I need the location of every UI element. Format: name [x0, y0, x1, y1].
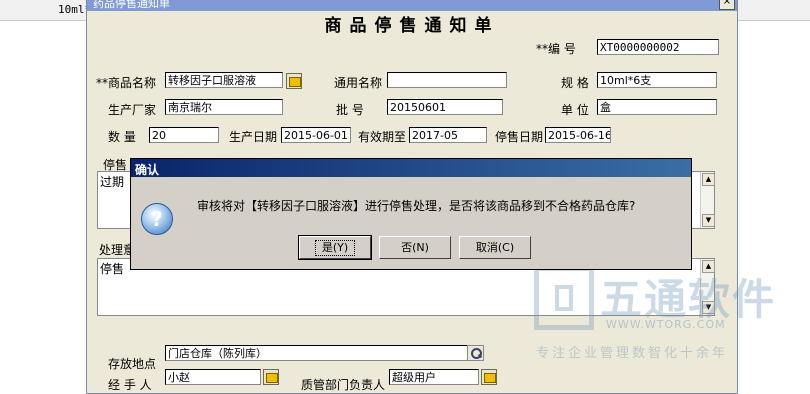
number-label: **编 号 — [536, 42, 576, 56]
dialog-titlebar: 确认 — [131, 159, 691, 177]
watermark-url: WWW.WTORG.COM — [606, 318, 726, 331]
scroll-down-icon[interactable]: ▼ — [702, 214, 715, 227]
stop-date-label: 停售日期 — [495, 130, 544, 144]
storage-label: 存放地点 — [108, 357, 157, 371]
handling-text: 停售 — [100, 262, 125, 276]
question-icon: ? — [141, 203, 173, 235]
product-name-field[interactable]: 转移因子口服溶液 — [165, 72, 283, 88]
brand-logo-icon — [534, 266, 594, 330]
quality-manager-label: 质管部门负责人 — [301, 378, 386, 392]
no-button[interactable]: 否(N) — [379, 236, 451, 259]
folder-icon — [289, 77, 301, 87]
spec-label: 规 格 — [561, 76, 589, 90]
cancel-button-label: 取消(C) — [475, 241, 515, 254]
product-picker-button[interactable] — [286, 73, 302, 89]
unit-label: 单 位 — [561, 103, 589, 117]
yes-button[interactable]: 是(Y) — [298, 235, 372, 260]
brand-watermark: 五通软件 WWW.WTORG.COM 专注企业管理数智化十余年 — [534, 266, 794, 366]
number-field[interactable]: XT0000000002 — [597, 39, 719, 55]
form-title: 商品停售通知单 — [324, 16, 500, 36]
confirm-dialog: 确认 ? 审核将对【转移因子口服溶液】进行停售处理，是否将该商品移到不合格药品仓… — [130, 158, 692, 270]
handler-picker-button[interactable] — [263, 369, 279, 385]
quantity-label: 数 量 — [108, 130, 136, 144]
yes-button-label: 是(Y) — [314, 240, 356, 256]
unit-field[interactable]: 盒 — [597, 99, 717, 115]
generic-name-label: 通用名称 — [334, 76, 383, 90]
storage-lookup-button[interactable] — [467, 345, 484, 361]
stop-reason-scrollbar[interactable]: ▲ ▼ — [700, 172, 715, 228]
expiry-field[interactable]: 2017-05 — [409, 127, 487, 143]
storage-field[interactable]: 门店仓库（陈列库） — [165, 345, 469, 361]
watermark-tagline: 专注企业管理数智化十余年 — [536, 346, 729, 361]
manufacturer-field[interactable]: 南京瑞尔 — [165, 99, 283, 115]
dialog-message: 审核将对【转移因子口服溶液】进行停售处理，是否将该商品移到不合格药品仓库? — [197, 199, 636, 213]
folder-icon — [484, 373, 496, 383]
stop-reason-text: 过期 — [100, 175, 125, 189]
stop-date-field[interactable]: 2015-06-16 — [545, 127, 611, 143]
quality-picker-button[interactable] — [481, 369, 497, 385]
manufacturer-label: 生产厂家 — [108, 103, 157, 117]
handler-field[interactable]: 小赵 — [165, 369, 261, 385]
window-close-button[interactable]: × — [719, 0, 735, 10]
production-date-label: 生产日期 — [229, 130, 278, 144]
production-date-field[interactable]: 2015-06-01 — [281, 127, 351, 143]
window-titlebar: 药品停售通知单 × — [87, 0, 737, 11]
batch-field[interactable]: 20150601 — [387, 99, 503, 115]
no-button-label: 否(N) — [401, 241, 429, 254]
expiry-label: 有效期至 — [358, 130, 407, 144]
quality-manager-field[interactable]: 超级用户 — [389, 369, 479, 385]
batch-label: 批 号 — [336, 103, 364, 117]
handler-label: 经 手 人 — [108, 378, 152, 392]
product-name-label: **商品名称 — [96, 76, 157, 90]
window-title: 药品停售通知单 — [93, 0, 170, 10]
spec-field[interactable]: 10ml*6支 — [597, 72, 717, 88]
dialog-title: 确认 — [135, 163, 160, 177]
cancel-button[interactable]: 取消(C) — [459, 236, 531, 259]
scroll-up-icon[interactable]: ▲ — [702, 173, 715, 186]
folder-icon — [266, 373, 278, 383]
quantity-field[interactable]: 20 — [149, 127, 219, 143]
generic-name-field[interactable] — [387, 72, 507, 88]
